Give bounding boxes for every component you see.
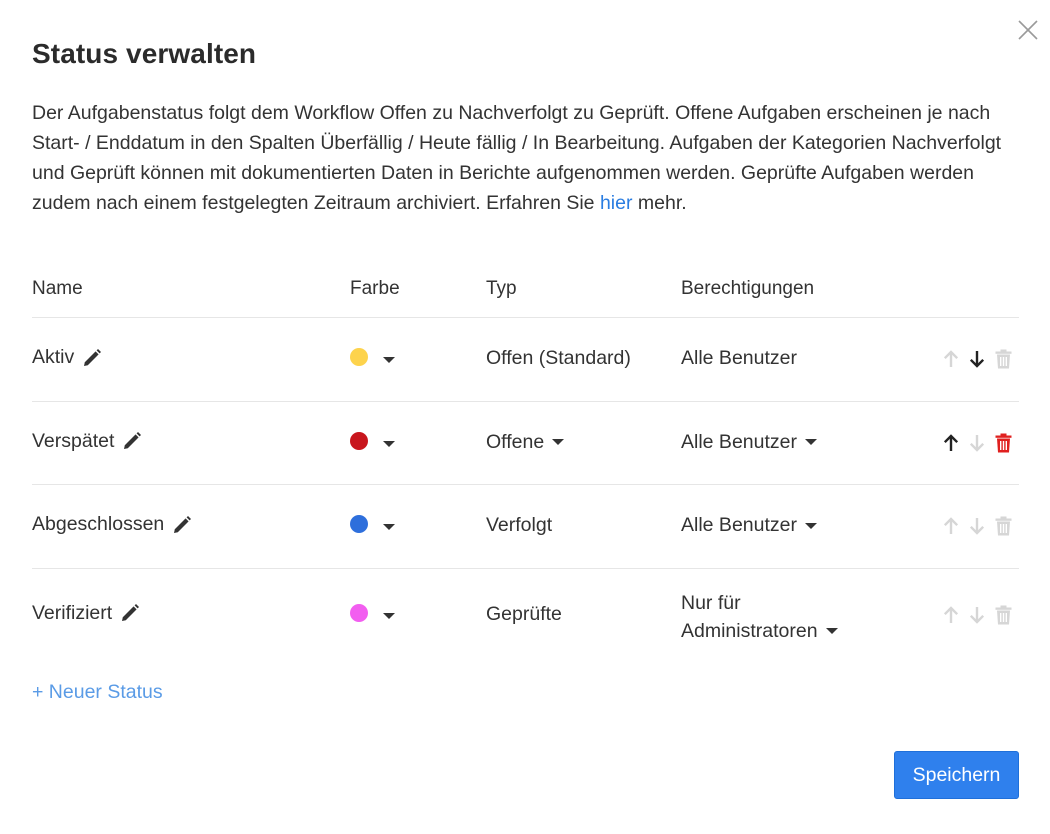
- color-picker[interactable]: [350, 515, 395, 533]
- color-picker[interactable]: [350, 431, 395, 450]
- table-header: Name Farbe Typ Berechtigungen: [32, 272, 1019, 318]
- permission-label: Alle Benutzer: [681, 514, 797, 536]
- pencil-icon[interactable]: [172, 515, 192, 535]
- move-down-icon: [964, 432, 990, 454]
- permission-label: Alle Benutzer: [681, 347, 797, 369]
- color-swatch: [350, 515, 368, 533]
- type-label: Verfolgt: [486, 514, 553, 536]
- row-actions: [938, 604, 1016, 626]
- table-row: Verifiziert Geprüfte Nur für Administratore…: [32, 569, 1019, 661]
- chevron-down-icon: [383, 524, 395, 530]
- pencil-icon[interactable]: [122, 431, 142, 451]
- description-after: mehr.: [637, 192, 687, 214]
- permission-label-line2: Administratoren: [681, 619, 818, 642]
- trash-icon: [990, 515, 1016, 537]
- type-label: Geprüfte: [486, 603, 562, 626]
- chevron-down-icon: [825, 628, 838, 635]
- permission-dropdown[interactable]: Nur für Administratoren: [681, 589, 838, 645]
- type-label: Verfolgt: [486, 514, 552, 537]
- header-name: Name: [32, 278, 83, 299]
- manage-status-dialog: Status verwalten Der Aufgabenstatus folg…: [0, 0, 1050, 834]
- status-table: Name Farbe Typ Berechtigungen Aktiv Offen…: [32, 272, 1019, 661]
- color-picker[interactable]: [350, 603, 395, 622]
- header-color: Farbe: [350, 278, 400, 299]
- permission-label: Alle Benutzer: [681, 347, 797, 370]
- color-swatch: [350, 431, 368, 450]
- move-down-icon: [964, 604, 990, 626]
- row-actions: [938, 348, 1016, 370]
- color-swatch: [350, 603, 368, 622]
- row-actions: [938, 432, 1016, 454]
- status-name: Verifiziert: [32, 601, 113, 624]
- save-button[interactable]: Speichern: [894, 751, 1019, 799]
- trash-icon[interactable]: [990, 432, 1016, 454]
- move-up-icon: [938, 604, 964, 626]
- table-row: Aktiv Offen (Standard) Alle Benutzer: [32, 318, 1019, 402]
- permission-label-line1: Nur für: [681, 591, 741, 614]
- description-text: Der Aufgabenstatus folgt dem Workflow Of…: [32, 102, 1002, 214]
- color-picker[interactable]: [350, 348, 395, 366]
- chevron-down-icon: [383, 612, 395, 619]
- header-type: Typ: [486, 278, 517, 299]
- row-actions: [938, 515, 1016, 537]
- table-row: Abgeschlossen Verfolgt Alle Benutzer: [32, 485, 1019, 569]
- trash-icon: [990, 604, 1016, 626]
- move-up-icon: [938, 515, 964, 537]
- chevron-down-icon: [383, 357, 395, 363]
- type-label: Offen (Standard): [486, 347, 631, 370]
- chevron-down-icon: [383, 440, 395, 447]
- move-down-icon[interactable]: [964, 348, 990, 370]
- chevron-down-icon: [804, 522, 817, 529]
- pencil-icon[interactable]: [120, 603, 140, 623]
- move-up-icon[interactable]: [938, 432, 964, 454]
- move-up-icon: [938, 348, 964, 370]
- type-label: Offen (Standard): [486, 347, 631, 369]
- permission-label: Alle Benutzer: [681, 430, 797, 453]
- color-swatch: [350, 348, 368, 366]
- pencil-icon[interactable]: [82, 348, 102, 368]
- status-name: Abgeschlossen: [32, 513, 165, 535]
- table-body: Aktiv Offen (Standard) Alle Benutzer Verspä…: [32, 318, 1019, 661]
- type-dropdown[interactable]: Offene: [486, 430, 565, 454]
- learn-more-link[interactable]: hier: [600, 192, 633, 214]
- type-label: Offene: [486, 430, 545, 453]
- new-status-link[interactable]: + Neuer Status: [32, 681, 163, 704]
- table-row: Verspätet Offene Alle Benutzer: [32, 402, 1019, 485]
- close-icon[interactable]: [1016, 18, 1040, 42]
- chevron-down-icon: [552, 439, 565, 446]
- header-permissions: Berechtigungen: [681, 278, 815, 299]
- dialog-description: Der Aufgabenstatus folgt dem Workflow Of…: [32, 98, 1022, 218]
- move-down-icon: [964, 515, 990, 537]
- trash-icon: [990, 348, 1016, 370]
- permission-dropdown[interactable]: Alle Benutzer: [681, 514, 817, 537]
- status-name: Verspätet: [32, 429, 115, 452]
- dialog-title: Status verwalten: [32, 38, 257, 69]
- permission-dropdown[interactable]: Alle Benutzer: [681, 431, 817, 454]
- status-name: Aktiv: [32, 346, 75, 368]
- type-label: Geprüfte: [486, 602, 562, 625]
- chevron-down-icon: [804, 439, 817, 446]
